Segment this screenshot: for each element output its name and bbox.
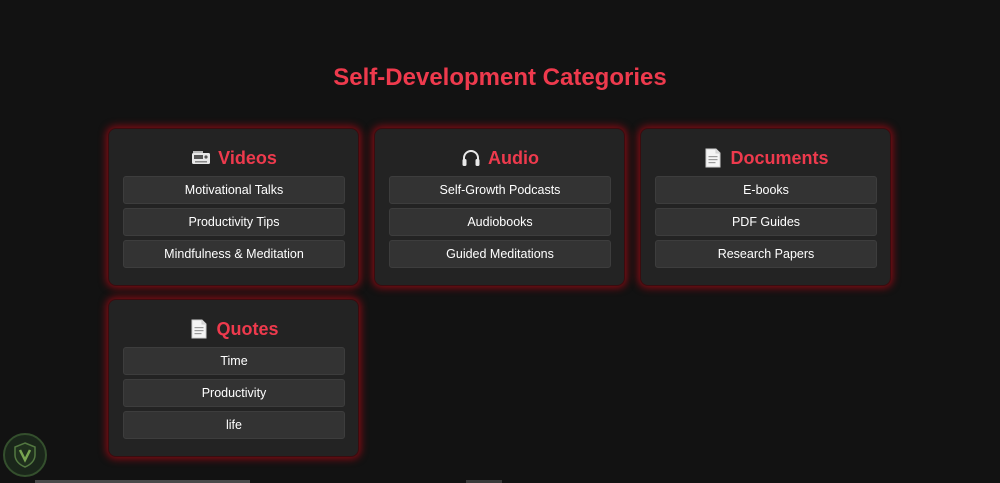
card-header: Documents bbox=[655, 146, 876, 170]
category-card-quotes: Quotes Time Productivity life bbox=[108, 299, 359, 457]
category-card-videos: Videos Motivational Talks Productivity T… bbox=[108, 128, 359, 286]
page-title: Self-Development Categories bbox=[333, 64, 667, 92]
video-camera-icon bbox=[190, 147, 212, 169]
list-item-mindfulness-meditation[interactable]: Mindfulness & Meditation bbox=[123, 240, 345, 268]
headphones-icon bbox=[460, 147, 482, 169]
list-item-research-papers[interactable]: Research Papers bbox=[655, 240, 877, 268]
category-grid: Videos Motivational Talks Productivity T… bbox=[108, 128, 893, 457]
list-item-life[interactable]: life bbox=[123, 411, 345, 439]
card-header: Audio bbox=[389, 146, 610, 170]
category-card-audio: Audio Self-Growth Podcasts Audiobooks Gu… bbox=[374, 128, 625, 286]
page: Self-Development Categories Videos Motiv… bbox=[0, 0, 1000, 483]
document-icon bbox=[188, 318, 210, 340]
card-title: Audio bbox=[488, 147, 539, 168]
list-item-self-growth-podcasts[interactable]: Self-Growth Podcasts bbox=[389, 176, 611, 204]
list-item-guided-meditations[interactable]: Guided Meditations bbox=[389, 240, 611, 268]
list-item-pdf-guides[interactable]: PDF Guides bbox=[655, 208, 877, 236]
card-title: Videos bbox=[218, 147, 277, 168]
list-item-productivity-tips[interactable]: Productivity Tips bbox=[123, 208, 345, 236]
card-header: Videos bbox=[123, 146, 344, 170]
document-icon bbox=[702, 147, 724, 169]
card-header: Quotes bbox=[123, 317, 344, 341]
list-item-audiobooks[interactable]: Audiobooks bbox=[389, 208, 611, 236]
list-item-time[interactable]: Time bbox=[123, 347, 345, 375]
card-title: Quotes bbox=[216, 318, 279, 339]
shield-logo-icon bbox=[3, 433, 47, 477]
category-card-documents: Documents E-books PDF Guides Research Pa… bbox=[640, 128, 891, 286]
list-item-productivity[interactable]: Productivity bbox=[123, 379, 345, 407]
card-title: Documents bbox=[730, 147, 829, 168]
list-item-motivational-talks[interactable]: Motivational Talks bbox=[123, 176, 345, 204]
list-item-e-books[interactable]: E-books bbox=[655, 176, 877, 204]
